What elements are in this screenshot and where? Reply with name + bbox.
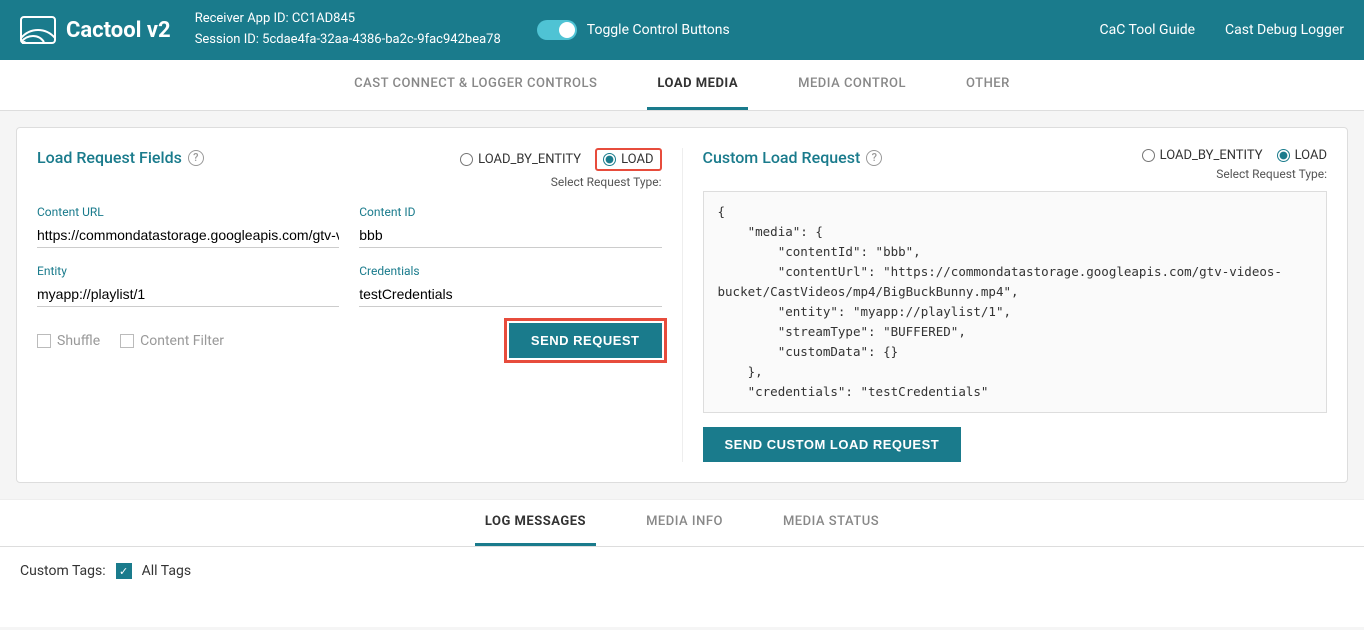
radio-load-by-entity-input-left[interactable]: [460, 153, 473, 166]
custom-tags-row: Custom Tags: All Tags: [20, 563, 1344, 579]
entity-input[interactable]: [37, 282, 339, 307]
header-ids: Receiver App ID: CC1AD845 Session ID: 5c…: [195, 9, 501, 51]
credentials-field: Credentials: [359, 264, 661, 307]
radio-load-left[interactable]: LOAD: [595, 148, 661, 171]
tab-cast-connect[interactable]: CAST CONNECT & LOGGER CONTROLS: [344, 60, 607, 110]
json-editor[interactable]: { "media": { "contentId": "bbb", "conten…: [703, 191, 1328, 413]
form-row-entity-credentials: Entity Credentials: [37, 264, 662, 307]
shuffle-checkbox-label[interactable]: Shuffle: [37, 333, 100, 349]
toggle-control[interactable]: Toggle Control Buttons: [537, 20, 730, 40]
content-id-label: Content ID: [359, 205, 661, 219]
entity-field: Entity: [37, 264, 339, 307]
load-request-fields-title: Load Request Fields ?: [37, 148, 204, 167]
bottom-tabs: LOG MESSAGES MEDIA INFO MEDIA STATUS: [0, 500, 1364, 547]
cast-logo-icon: [20, 16, 56, 44]
shuffle-checkbox[interactable]: [37, 334, 51, 348]
right-radio-group: LOAD_BY_ENTITY LOAD Select Request Type:: [1142, 148, 1327, 181]
send-custom-load-request-button[interactable]: SEND CUSTOM LOAD REQUEST: [703, 427, 962, 462]
receiver-app-id: Receiver App ID: CC1AD845: [195, 9, 501, 30]
content-url-field: Content URL: [37, 205, 339, 248]
cast-debug-logger-link[interactable]: Cast Debug Logger: [1225, 22, 1344, 38]
cac-tool-guide-link[interactable]: CaC Tool Guide: [1100, 22, 1196, 38]
tab-load-media[interactable]: LOAD MEDIA: [647, 60, 748, 110]
tab-log-messages[interactable]: LOG MESSAGES: [475, 500, 596, 546]
bottom-row-left: Shuffle Content Filter SEND REQUEST: [37, 323, 662, 358]
toggle-label: Toggle Control Buttons: [587, 22, 730, 38]
custom-tags-label: Custom Tags:: [20, 563, 106, 579]
toggle-switch[interactable]: [537, 20, 577, 40]
content-url-label: Content URL: [37, 205, 339, 219]
send-request-button[interactable]: SEND REQUEST: [509, 323, 662, 358]
content-id-field: Content ID: [359, 205, 661, 248]
all-tags-label: All Tags: [142, 563, 191, 579]
radio-load-right[interactable]: LOAD: [1277, 148, 1327, 163]
content-filter-label: Content Filter: [140, 333, 224, 349]
radio-load-input-left[interactable]: [603, 153, 616, 166]
left-radio-group: LOAD_BY_ENTITY LOAD Select Request Type:: [460, 148, 661, 189]
right-panel-header: Custom Load Request ? LOAD_BY_ENTITY LOA…: [703, 148, 1328, 181]
form-row-url-id: Content URL Content ID: [37, 205, 662, 248]
header-links: CaC Tool Guide Cast Debug Logger: [1100, 22, 1345, 38]
main-content: Load Request Fields ? LOAD_BY_ENTITY LOA…: [0, 111, 1364, 499]
tab-media-info[interactable]: MEDIA INFO: [636, 500, 733, 546]
tab-other[interactable]: OTHER: [956, 60, 1020, 110]
tab-media-control[interactable]: MEDIA CONTROL: [788, 60, 916, 110]
bottom-section: LOG MESSAGES MEDIA INFO MEDIA STATUS Cus…: [0, 499, 1364, 627]
radio-load-input-right[interactable]: [1277, 149, 1290, 162]
entity-label: Entity: [37, 264, 339, 278]
custom-load-help-icon[interactable]: ?: [866, 150, 882, 166]
radio-load-by-entity-input-right[interactable]: [1142, 149, 1155, 162]
credentials-label: Credentials: [359, 264, 661, 278]
radio-load-by-entity-left[interactable]: LOAD_BY_ENTITY: [460, 152, 581, 167]
shuffle-label: Shuffle: [57, 333, 100, 349]
content-id-input[interactable]: [359, 223, 661, 248]
credentials-input[interactable]: [359, 282, 661, 307]
all-tags-checkbox[interactable]: [116, 563, 132, 579]
session-id: Session ID: 5cdae4fa-32aa-4386-ba2c-9fac…: [195, 30, 501, 51]
nav-tabs: CAST CONNECT & LOGGER CONTROLS LOAD MEDI…: [0, 60, 1364, 111]
content-filter-checkbox-label[interactable]: Content Filter: [120, 333, 224, 349]
custom-load-request-title: Custom Load Request ?: [703, 148, 883, 167]
load-media-card: Load Request Fields ? LOAD_BY_ENTITY LOA…: [16, 127, 1348, 483]
left-panel: Load Request Fields ? LOAD_BY_ENTITY LOA…: [37, 148, 683, 462]
select-request-type-label-left: Select Request Type:: [551, 175, 662, 189]
right-panel: Custom Load Request ? LOAD_BY_ENTITY LOA…: [683, 148, 1328, 462]
header: Cactool v2 Receiver App ID: CC1AD845 Ses…: [0, 0, 1364, 60]
bottom-content: Custom Tags: All Tags: [0, 547, 1364, 627]
right-radio-row: LOAD_BY_ENTITY LOAD: [1142, 148, 1327, 163]
content-url-input[interactable]: [37, 223, 339, 248]
content-filter-checkbox[interactable]: [120, 334, 134, 348]
load-fields-help-icon[interactable]: ?: [188, 150, 204, 166]
tab-media-status[interactable]: MEDIA STATUS: [773, 500, 889, 546]
select-request-type-label-right: Select Request Type:: [1216, 167, 1327, 181]
logo: Cactool v2: [20, 16, 171, 44]
left-radio-row: LOAD_BY_ENTITY LOAD: [460, 148, 661, 171]
radio-load-by-entity-right[interactable]: LOAD_BY_ENTITY: [1142, 148, 1263, 163]
logo-text: Cactool v2: [66, 18, 171, 43]
